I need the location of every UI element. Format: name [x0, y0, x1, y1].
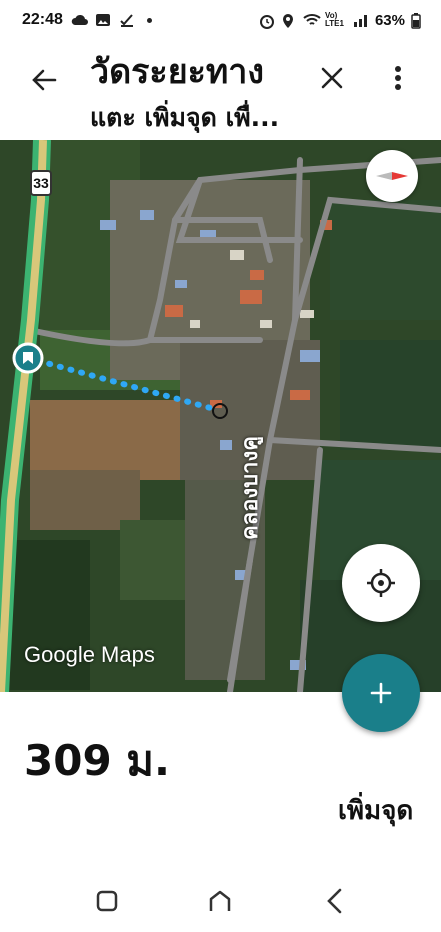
add-point-button[interactable]: เพิ่มจุด [338, 790, 413, 831]
signal-icon [353, 13, 369, 27]
checkmark-icon [119, 13, 135, 27]
system-nav-bar [0, 870, 441, 932]
compass-icon [376, 172, 408, 180]
more-vert-icon [395, 66, 401, 90]
plus-icon [370, 682, 392, 704]
compass-button[interactable] [366, 150, 418, 202]
app-bar: วัดระยะทาง แตะ เพิ่มจุด เพื่... [0, 40, 441, 136]
close-icon [321, 67, 343, 89]
location-icon [281, 13, 297, 28]
close-button[interactable] [310, 56, 354, 100]
battery-icon [411, 13, 427, 29]
recents-button[interactable] [87, 881, 127, 921]
battery-percent: 63% [374, 11, 405, 29]
status-bar: 22:48 Vo) LTE1 63% [0, 0, 441, 40]
alarm-icon [259, 13, 275, 29]
my-location-button[interactable] [342, 544, 420, 622]
arrow-left-icon [32, 69, 57, 91]
recents-icon [96, 890, 118, 912]
add-point-fab[interactable] [342, 654, 420, 732]
network-label: Vo) LTE1 [324, 11, 344, 28]
dot-icon [146, 17, 152, 23]
back-button[interactable] [22, 58, 66, 102]
back-nav-button[interactable] [314, 881, 354, 921]
home-icon [210, 890, 231, 911]
crosshair-icon [367, 569, 395, 597]
home-button[interactable] [200, 881, 240, 921]
page-title: วัดระยะทาง [90, 52, 264, 92]
cloud-icon [71, 13, 88, 27]
wifi-icon [303, 13, 321, 27]
google-maps-watermark: Google Maps [24, 642, 155, 667]
chevron-left-icon [327, 888, 342, 914]
distance-value: 309 ม. [24, 736, 170, 785]
image-icon [95, 13, 111, 27]
page-subtitle: แตะ เพิ่มจุด เพื่... [90, 103, 280, 132]
more-options-button[interactable] [376, 56, 420, 100]
road-label: คลองบางคู [238, 436, 263, 540]
route-number-badge: 33 [30, 170, 52, 196]
status-time: 22:48 [22, 11, 63, 28]
